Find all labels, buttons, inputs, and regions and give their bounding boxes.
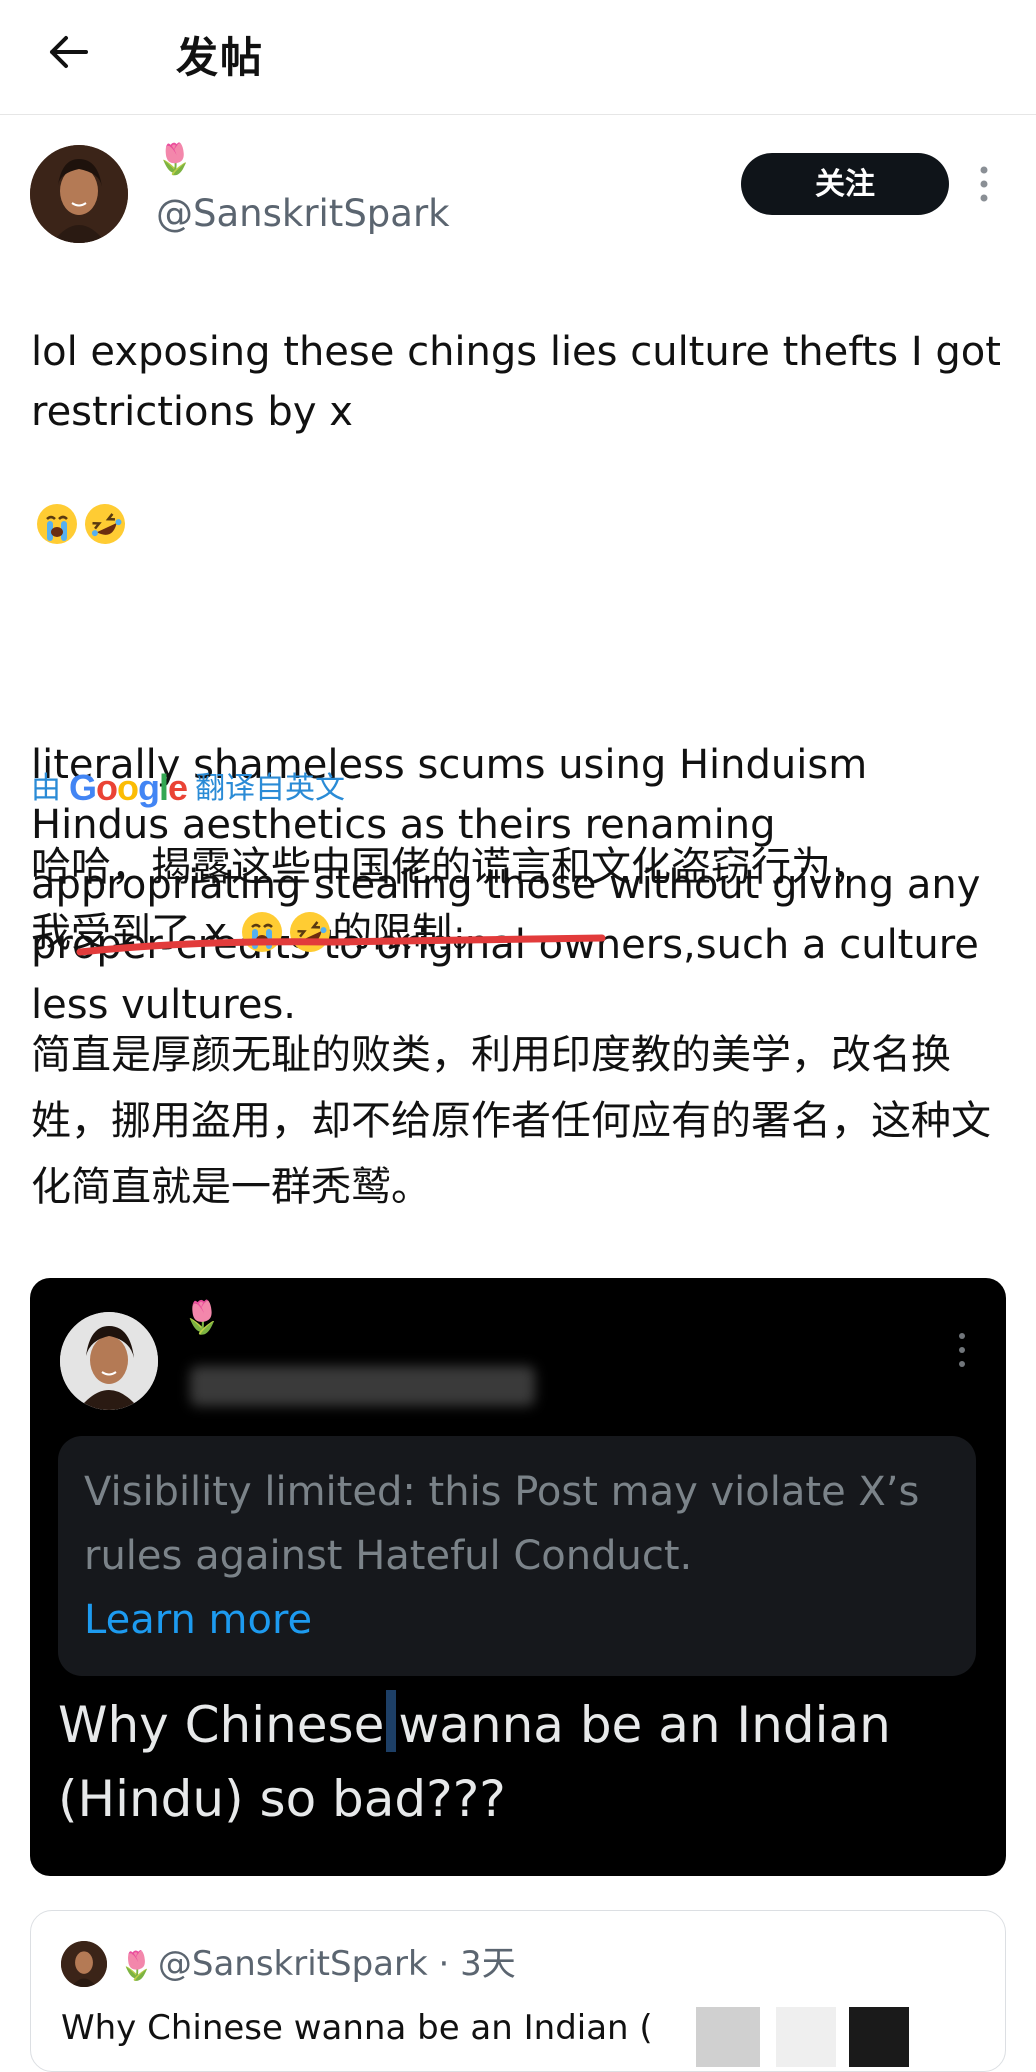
quoted-post-header: 🌷 @SanskritSpark · 3天 bbox=[119, 1941, 516, 1989]
quoted-time: 3天 bbox=[460, 1944, 516, 1984]
translate-prefix: 由 bbox=[31, 771, 61, 806]
blurred-handle bbox=[190, 1366, 535, 1406]
author-display-name: 🌷 bbox=[156, 142, 194, 177]
post-english-paragraph-1: lol exposing these chings lies culture t… bbox=[31, 329, 1001, 435]
quoted-display-name: 🌷 bbox=[119, 1949, 154, 1982]
quoted-avatar bbox=[61, 1941, 107, 1987]
loudly-crying-emoji-icon bbox=[35, 442, 79, 544]
rolling-laughing-emoji-icon bbox=[83, 442, 127, 544]
avatar-portrait-icon bbox=[60, 1312, 158, 1410]
embedded-avatar bbox=[60, 1312, 158, 1410]
back-arrow-icon[interactable] bbox=[46, 30, 90, 74]
blurred-region bbox=[776, 2007, 836, 2067]
avatar-portrait-icon bbox=[30, 145, 128, 243]
avatar-portrait-icon bbox=[61, 1941, 107, 1987]
page-title: 发帖 bbox=[176, 33, 265, 82]
learn-more-link[interactable]: Learn more bbox=[84, 1588, 312, 1652]
chinese-line-1: 哈哈，揭露这些中国佬的谎言和文化盗窃行为， bbox=[31, 844, 871, 890]
visibility-limited-notice: Visibility limited: this Post may violat… bbox=[58, 1436, 976, 1676]
red-hand-drawn-underline bbox=[76, 934, 606, 956]
follow-button[interactable]: 关注 bbox=[741, 153, 949, 215]
embedded-screenshot[interactable]: 🌷 Visibility limited: this Post may viol… bbox=[30, 1278, 1006, 1876]
quoted-separator: · bbox=[438, 1944, 450, 1984]
author-handle[interactable]: @SanskritSpark bbox=[156, 192, 450, 235]
author-avatar[interactable] bbox=[30, 145, 128, 243]
chinese-paragraph-2: 简直是厚颜无耻的败类，利用印度教的美学，改名换姓，挪用盗用，却不给原作者任何应有… bbox=[31, 1032, 991, 1210]
translated-by-google[interactable]: 由 Google 翻译自英文 bbox=[31, 766, 345, 811]
visibility-warning-text: Visibility limited: this Post may violat… bbox=[84, 1469, 920, 1579]
quoted-post-text: Why Chinese wanna be an Indian ( bbox=[61, 2008, 653, 2048]
blurred-region bbox=[849, 2007, 909, 2067]
more-options-icon[interactable] bbox=[972, 160, 996, 208]
embedded-display-name: 🌷 bbox=[182, 1298, 222, 1336]
translate-suffix: 翻译自英文 bbox=[195, 771, 346, 806]
embedded-post-text: Why Chinese wanna be an Indian (Hindu) so… bbox=[58, 1688, 978, 1836]
google-logo-icon: Google bbox=[69, 767, 188, 808]
blurred-region bbox=[696, 2007, 760, 2067]
text-cursor bbox=[386, 1690, 397, 1752]
more-options-icon bbox=[959, 1333, 965, 1367]
quoted-handle: @SanskritSpark bbox=[157, 1944, 428, 1984]
top-bar: 发帖 bbox=[0, 0, 1036, 115]
